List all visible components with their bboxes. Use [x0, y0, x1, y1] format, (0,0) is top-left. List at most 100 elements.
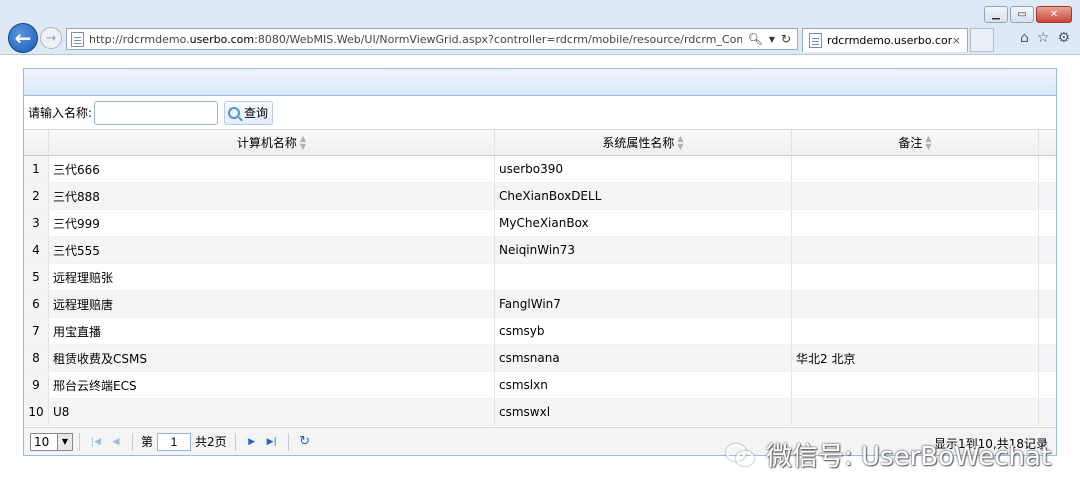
divider: [132, 432, 133, 451]
page-prefix: 第: [141, 435, 154, 449]
cell-sys[interactable]: MyCheXianBox: [495, 210, 792, 236]
column-header-name[interactable]: 计算机名称 ▲ ▼: [49, 130, 495, 155]
column-header-note[interactable]: 备注 ▲ ▼: [792, 130, 1039, 155]
query-button-label: 查询: [244, 106, 269, 120]
wechat-watermark: 微信号: UserBoWechat: [724, 436, 1051, 473]
browser-tab[interactable]: rdcrmdemo.userbo.com ×: [802, 28, 968, 52]
table-row[interactable]: 10 U8 csmswxl: [24, 399, 1056, 426]
table-row[interactable]: 2 三代888 CheXianBoxDELL: [24, 183, 1056, 210]
next-page-icon[interactable]: ▶: [242, 432, 262, 452]
cell-sys[interactable]: userbo390: [495, 156, 792, 182]
forward-button[interactable]: →: [40, 27, 62, 49]
table-row[interactable]: 1 三代666 userbo390: [24, 156, 1056, 183]
window-controls: ▁ ▭ ✕: [984, 6, 1072, 23]
grid-panel: 请输入名称: 查询 计算机名称 ▲ ▼ 系统属性名称 ▲ ▼ 备注 ▲ ▼ 1 三代666 us…: [23, 68, 1057, 456]
search-toolbar: 请输入名称: 查询: [24, 96, 1056, 130]
page-icon: [71, 31, 84, 47]
address-bar[interactable]: http://rdcrmdemo.userbo.com:8080/WebMIS.…: [66, 28, 798, 50]
cell-sys[interactable]: CheXianBoxDELL: [495, 183, 792, 209]
home-icon[interactable]: ⌂: [1020, 30, 1029, 46]
page-number-input[interactable]: [157, 432, 192, 451]
settings-icon[interactable]: ⚙: [1057, 30, 1070, 46]
sort-icon: ▲ ▼: [677, 133, 684, 151]
cell-sys[interactable]: csmswxl: [495, 399, 792, 425]
search-input[interactable]: [94, 100, 219, 125]
cell-sys[interactable]: csmsnana: [495, 345, 792, 371]
last-page-icon[interactable]: ▶|: [262, 432, 282, 452]
row-number: 3: [24, 210, 49, 236]
arrow-right-icon: →: [45, 30, 57, 46]
cell-note[interactable]: [792, 399, 1039, 425]
divider: [287, 432, 289, 451]
table-row[interactable]: 6 远程理赔唐 FanglWin7: [24, 291, 1056, 318]
tab-title: rdcrmdemo.userbo.com: [827, 34, 952, 47]
cell-sys[interactable]: csmslxn: [495, 372, 792, 398]
refresh-grid-icon[interactable]: ↻: [295, 432, 315, 452]
cell-note[interactable]: 华北2 北京: [792, 345, 1039, 371]
table-row[interactable]: 4 三代555 NeiqinWin73: [24, 237, 1056, 264]
cell-name[interactable]: 邢台云终端ECS: [49, 372, 495, 398]
address-tools: 🔍︎ ▾ ↻: [742, 32, 797, 46]
grid-header: 计算机名称 ▲ ▼ 系统属性名称 ▲ ▼ 备注 ▲ ▼: [24, 130, 1056, 156]
cell-name[interactable]: 租赁收费及CSMS: [49, 345, 495, 371]
cell-note[interactable]: [792, 237, 1039, 263]
row-number: 1: [24, 156, 49, 182]
cell-note[interactable]: [792, 372, 1039, 398]
maximize-button[interactable]: ▭: [1010, 6, 1034, 23]
scrollbar-header: [1039, 130, 1056, 155]
close-window-button[interactable]: ✕: [1036, 6, 1072, 23]
back-button[interactable]: ←: [8, 23, 38, 53]
cell-note[interactable]: [792, 156, 1039, 182]
cell-note[interactable]: [792, 291, 1039, 317]
search-icon[interactable]: 🔍︎: [748, 32, 763, 46]
row-number: 10: [24, 399, 49, 425]
sort-icon: ▲ ▼: [925, 133, 932, 151]
minimize-button[interactable]: ▁: [984, 6, 1008, 23]
cell-name[interactable]: 远程理赔张: [49, 264, 495, 290]
magnifier-icon: [228, 106, 241, 119]
cell-name[interactable]: 三代999: [49, 210, 495, 236]
row-number: 4: [24, 237, 49, 263]
first-page-icon[interactable]: |◀: [86, 432, 106, 452]
row-number: 9: [24, 372, 49, 398]
column-header-sys[interactable]: 系统属性名称 ▲ ▼: [495, 130, 792, 155]
cell-sys[interactable]: csmsyb: [495, 318, 792, 344]
dropdown-icon[interactable]: ▾: [769, 32, 775, 46]
row-number: 7: [24, 318, 49, 344]
cell-note[interactable]: [792, 318, 1039, 344]
cell-name[interactable]: 三代888: [49, 183, 495, 209]
cell-sys[interactable]: NeiqinWin73: [495, 237, 792, 263]
prev-page-icon[interactable]: ◀: [106, 432, 126, 452]
row-number: 2: [24, 183, 49, 209]
wechat-icon: [724, 442, 758, 468]
address-url[interactable]: http://rdcrmdemo.userbo.com:8080/WebMIS.…: [89, 33, 742, 46]
cell-sys[interactable]: [495, 264, 792, 290]
cell-name[interactable]: 三代666: [49, 156, 495, 182]
search-label: 请输入名称:: [28, 106, 93, 120]
tab-page-icon: [809, 33, 822, 48]
grid-rows: 1 三代666 userbo390 2 三代888 CheXianBoxDELL 3 三代…: [24, 156, 1056, 426]
page-total: 共2页: [195, 435, 227, 449]
table-row[interactable]: 5 远程理赔张: [24, 264, 1056, 291]
favorites-icon[interactable]: ☆: [1037, 30, 1050, 46]
query-button[interactable]: 查询: [224, 100, 274, 125]
browser-chrome: ▁ ▭ ✕ ← → http://rdcrmdemo.userbo.com:80…: [0, 0, 1080, 55]
refresh-icon[interactable]: ↻: [781, 32, 791, 46]
cell-note[interactable]: [792, 210, 1039, 236]
cell-name[interactable]: U8: [49, 399, 495, 425]
new-tab-button[interactable]: [970, 28, 994, 52]
cell-name[interactable]: 远程理赔唐: [49, 291, 495, 317]
table-row[interactable]: 7 用宝直播 csmsyb: [24, 318, 1056, 345]
cell-note[interactable]: [792, 264, 1039, 290]
table-row[interactable]: 8 租赁收费及CSMS csmsnana 华北2 北京: [24, 345, 1056, 372]
panel-header: [24, 69, 1056, 96]
cell-name[interactable]: 用宝直播: [49, 318, 495, 344]
cell-sys[interactable]: FanglWin7: [495, 291, 792, 317]
arrow-left-icon: ←: [14, 26, 32, 50]
page-size-select[interactable]: 10 ▼: [30, 432, 73, 451]
tab-close-icon[interactable]: ×: [952, 34, 961, 47]
table-row[interactable]: 9 邢台云终端ECS csmslxn: [24, 372, 1056, 399]
cell-name[interactable]: 三代555: [49, 237, 495, 263]
cell-note[interactable]: [792, 183, 1039, 209]
table-row[interactable]: 3 三代999 MyCheXianBox: [24, 210, 1056, 237]
